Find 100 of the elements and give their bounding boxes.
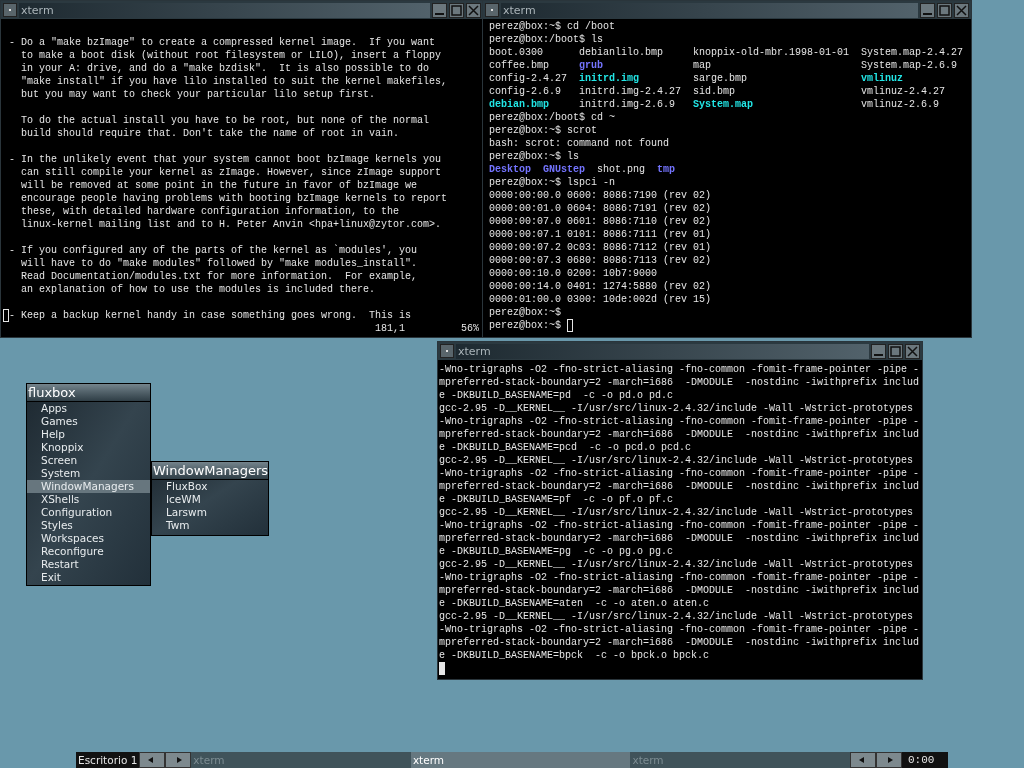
file-name: coffee.bmp	[489, 59, 549, 72]
title-bar[interactable]: xterm	[483, 1, 971, 19]
menu-item[interactable]: Larswm	[152, 506, 268, 519]
terminal-line: -Wno-trigraphs -O2 -fno-strict-aliasing -fno-common -fomit-frame-pointer -pipe -	[439, 467, 921, 480]
menu-item[interactable]: Reconfigure	[27, 545, 150, 558]
terminal-line: - Keep a backup kernel handy in case something goes wrong. This is	[9, 309, 412, 322]
terminal-line: in your A: drive, and do a "make bzdisk". It is also possible to do	[21, 62, 431, 75]
terminal-line: but you may want to check your particular lilo setup first.	[21, 88, 377, 101]
clock: 0:00	[902, 752, 948, 768]
maximize-icon[interactable]	[937, 2, 952, 18]
terminal-line: perez@box:~$	[489, 319, 561, 332]
terminal-line: encourage people having problems with booting bzImage kernels to report	[21, 192, 449, 205]
terminal-line: mpreferred-stack-boundary=2 -march=i686 -DMODULE -nostdinc -iwithprefix includ	[439, 480, 921, 493]
file-name: shot.png	[597, 163, 646, 176]
terminal-line: to make a boot disk (without root filesystem or LILO), insert a floppy	[21, 49, 443, 62]
file-name: initrd.img	[579, 72, 639, 85]
menu-item[interactable]: WindowManagers	[27, 480, 150, 493]
menu-item[interactable]: Help	[27, 428, 150, 441]
menu-item[interactable]: XShells	[27, 493, 150, 506]
terminal-line: e -DKBUILD_BASENAME=pf -c -o pf.o pf.c	[439, 493, 675, 506]
terminal-line: - In the unlikely event that your system cannot boot bzImage kernels you	[9, 153, 443, 166]
file-name: grub	[579, 59, 603, 72]
terminal-line: gcc-2.95 -D__KERNEL__ -I/usr/src/linux-2.4.32/include -Wall -Wstrict-prototypes	[439, 610, 915, 623]
terminal-line: perez@box:~$	[489, 306, 562, 319]
terminal-line: 0000:00:14.0 0401: 1274:5880 (rev 02)	[489, 280, 713, 293]
file-name: initrd.img-2.6.9	[579, 98, 675, 111]
terminal-line: can still compile your kernel as zImage. However, since zImage support	[21, 166, 443, 179]
terminal-line: perez@box:~$ lspci -n	[489, 176, 617, 189]
menu-item[interactable]: Screen	[27, 454, 150, 467]
menu-item[interactable]: Configuration	[27, 506, 150, 519]
terminal-line: -Wno-trigraphs -O2 -fno-strict-aliasing -fno-common -fomit-frame-pointer -pipe -	[439, 623, 921, 636]
file-name: debian.bmp	[489, 98, 549, 111]
terminal-line: perez@box:~$ cd /boot	[489, 20, 617, 33]
terminal-line: gcc-2.95 -D__KERNEL__ -I/usr/src/linux-2.4.32/include -Wall -Wstrict-prototypes	[439, 402, 915, 415]
window-menu-icon[interactable]	[3, 3, 17, 17]
menu-title: WindowManagers	[152, 462, 268, 480]
title-bar[interactable]: xterm	[1, 1, 483, 19]
file-name: debianlilo.bmp	[579, 46, 663, 59]
terminal-line: build should require that. Don't take the name of root in vain.	[21, 127, 401, 140]
terminal-line: e -DKBUILD_BASENAME=pg -c -o pg.o pg.c	[439, 545, 675, 558]
menu-item[interactable]: Restart	[27, 558, 150, 571]
terminal-line: linux-kernel mailing list and to H. Peter Anvin <hpa+linux@zytor.com>.	[21, 218, 443, 231]
menu-item[interactable]: Apps	[27, 402, 150, 415]
menu-item[interactable]: Twm	[152, 519, 268, 532]
terminal-line: gcc-2.95 -D__KERNEL__ -I/usr/src/linux-2.4.32/include -Wall -Wstrict-prototypes	[439, 454, 915, 467]
menu-item[interactable]: Games	[27, 415, 150, 428]
workspace-name: Escritorio 1	[76, 752, 140, 768]
window-menu-icon[interactable]	[440, 344, 454, 358]
menu-item[interactable]: Styles	[27, 519, 150, 532]
menu-item[interactable]: IceWM	[152, 493, 268, 506]
terminal-line: 0000:01:00.0 0300: 10de:002d (rev 15)	[489, 293, 713, 306]
close-icon[interactable]	[466, 2, 481, 18]
terminal-line: 0000:00:07.2 0c03: 8086:7112 (rev 01)	[489, 241, 713, 254]
file-name: Desktop	[489, 163, 531, 176]
close-icon[interactable]	[954, 2, 969, 18]
menu-item[interactable]: Knoppix	[27, 441, 150, 454]
title-bar[interactable]: xterm	[438, 342, 922, 360]
terminal-line: perez@box:/boot$ cd ~	[489, 111, 617, 124]
terminal-line: will have to do "make modules" followed by "make modules_install".	[21, 257, 419, 270]
terminal-line: - If you configured any of the parts of the kernel as `modules', you	[9, 244, 419, 257]
task-button[interactable]: xterm	[410, 752, 631, 768]
terminal-line: 0000:00:07.3 0680: 8086:7113 (rev 02)	[489, 254, 713, 267]
scroll-percent: 56%	[461, 322, 479, 335]
maximize-icon[interactable]	[888, 343, 903, 359]
window-title: xterm	[21, 3, 54, 17]
window-title: xterm	[503, 3, 536, 17]
file-name: vmlinuz-2.6.9	[861, 98, 940, 111]
file-name: vmlinuz	[861, 72, 904, 85]
terminal-line: 0000:00:10.0 0200: 10b7:9000	[489, 267, 659, 280]
terminal-line: mpreferred-stack-boundary=2 -march=i686 -DMODULE -nostdinc -iwithprefix includ	[439, 584, 921, 597]
minimize-icon[interactable]	[871, 343, 886, 359]
terminal-line: gcc-2.95 -D__KERNEL__ -I/usr/src/linux-2.4.32/include -Wall -Wstrict-prototypes	[439, 506, 915, 519]
menu-item[interactable]: FluxBox	[152, 480, 268, 493]
window-menu-icon[interactable]	[485, 3, 499, 17]
terminal-line: -Wno-trigraphs -O2 -fno-strict-aliasing -fno-common -fomit-frame-pointer -pipe -	[439, 415, 921, 428]
minimize-icon[interactable]	[920, 2, 935, 18]
file-name: GNUstep	[543, 163, 586, 176]
menu-item[interactable]: System	[27, 467, 150, 480]
menu-title: fluxbox	[27, 384, 150, 402]
file-name: map	[693, 59, 712, 72]
terminal-line: perez@box:~$ scrot	[489, 124, 599, 137]
file-name: System.map-2.4.27	[861, 46, 964, 59]
file-name: sarge.bmp	[693, 72, 748, 85]
file-name: config-2.6.9	[489, 85, 561, 98]
file-name: vmlinuz-2.4.27	[861, 85, 946, 98]
menu-item[interactable]: Exit	[27, 571, 150, 584]
terminal-line: an explanation of how to use the modules is included there.	[21, 283, 377, 296]
terminal-line: e -DKBUILD_BASENAME=pcd -c -o pcd.o pcd.c	[439, 441, 693, 454]
terminal-line: -Wno-trigraphs -O2 -fno-strict-aliasing -fno-common -fomit-frame-pointer -pipe -	[439, 571, 921, 584]
terminal-line: 0000:00:07.1 0101: 8086:7111 (rev 01)	[489, 228, 713, 241]
terminal-line: bash: scrot: command not found	[489, 137, 671, 150]
file-name: config-2.4.27	[489, 72, 567, 85]
terminal-line: mpreferred-stack-boundary=2 -march=i686 -DMODULE -nostdinc -iwithprefix includ	[439, 428, 921, 441]
terminal-line: To do the actual install you have to be root, but none of the normal	[21, 114, 431, 127]
terminal-line: mpreferred-stack-boundary=2 -march=i686 -DMODULE -nostdinc -iwithprefix includ	[439, 532, 921, 545]
minimize-icon[interactable]	[432, 2, 447, 18]
terminal-line: mpreferred-stack-boundary=2 -march=i686 -DMODULE -nostdinc -iwithprefix includ	[439, 376, 921, 389]
close-icon[interactable]	[905, 343, 920, 359]
maximize-icon[interactable]	[449, 2, 464, 18]
menu-item[interactable]: Workspaces	[27, 532, 150, 545]
